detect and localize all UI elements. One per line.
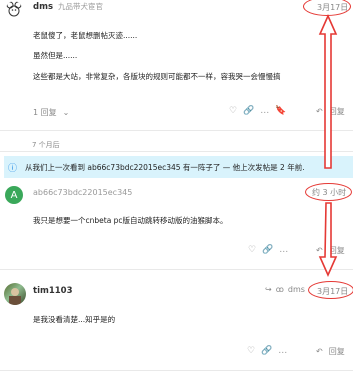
- annotation-arrows: [318, 14, 338, 277]
